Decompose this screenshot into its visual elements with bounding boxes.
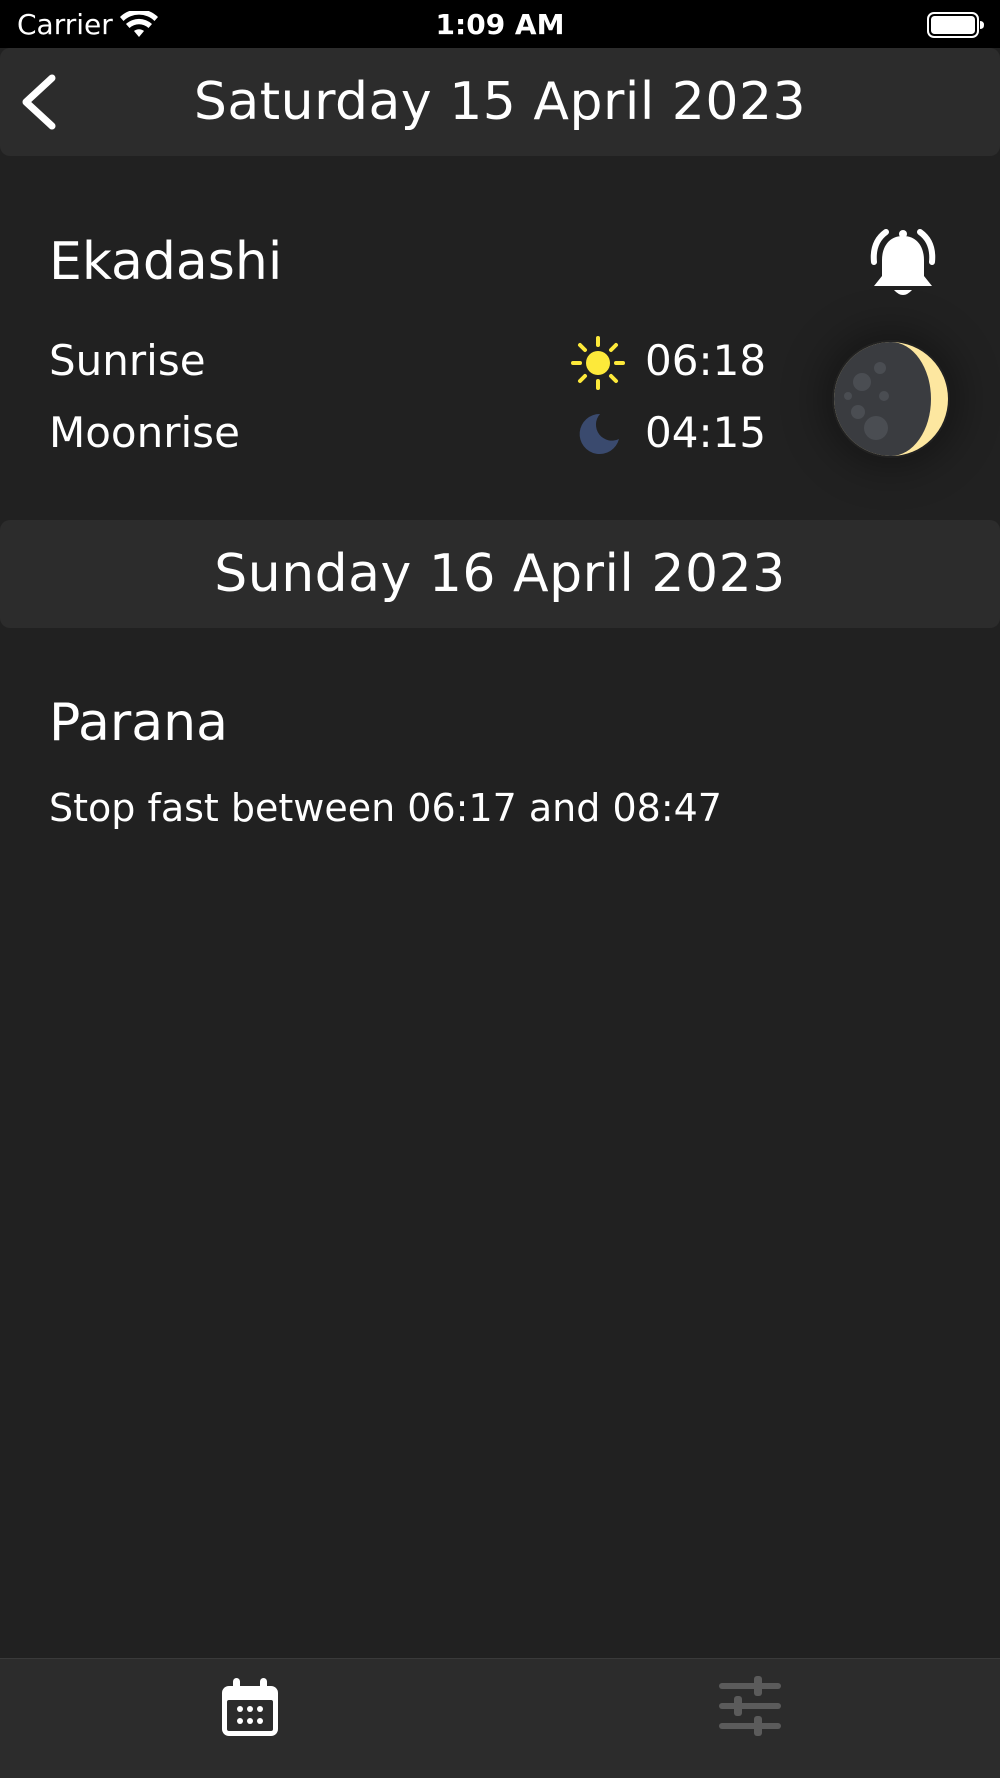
calendar-icon[interactable] bbox=[218, 1676, 282, 1740]
tab-bar bbox=[0, 1658, 1000, 1778]
date-header-saturday: Saturday 15 April 2023 bbox=[0, 48, 1000, 156]
date-header-sunday: Sunday 16 April 2023 bbox=[0, 520, 1000, 628]
moonrise-time: 04:15 bbox=[645, 408, 767, 457]
status-bar: Carrier 1:09 AM bbox=[0, 0, 1000, 48]
moon-phase-icon bbox=[834, 342, 948, 456]
sun-icon bbox=[571, 336, 625, 390]
bell-icon[interactable] bbox=[860, 224, 946, 310]
battery-icon bbox=[927, 12, 984, 38]
event-title-ekadashi: Ekadashi bbox=[49, 232, 283, 292]
screen: Carrier 1:09 AM Saturday 15 April 2023 E… bbox=[0, 0, 1000, 1778]
sunrise-label: Sunrise bbox=[49, 336, 206, 385]
status-time: 1:09 AM bbox=[435, 8, 565, 41]
sliders-icon[interactable] bbox=[719, 1676, 781, 1736]
crescent-moon-icon bbox=[579, 413, 619, 454]
event-title-parana: Parana bbox=[49, 693, 228, 753]
back-button[interactable] bbox=[12, 70, 72, 134]
section-title: Sunday 16 April 2023 bbox=[214, 544, 786, 604]
parana-description: Stop fast between 06:17 and 08:47 bbox=[49, 786, 722, 830]
moonrise-label: Moonrise bbox=[49, 408, 240, 457]
page-title: Saturday 15 April 2023 bbox=[193, 72, 807, 132]
sunrise-time: 06:18 bbox=[645, 336, 767, 385]
